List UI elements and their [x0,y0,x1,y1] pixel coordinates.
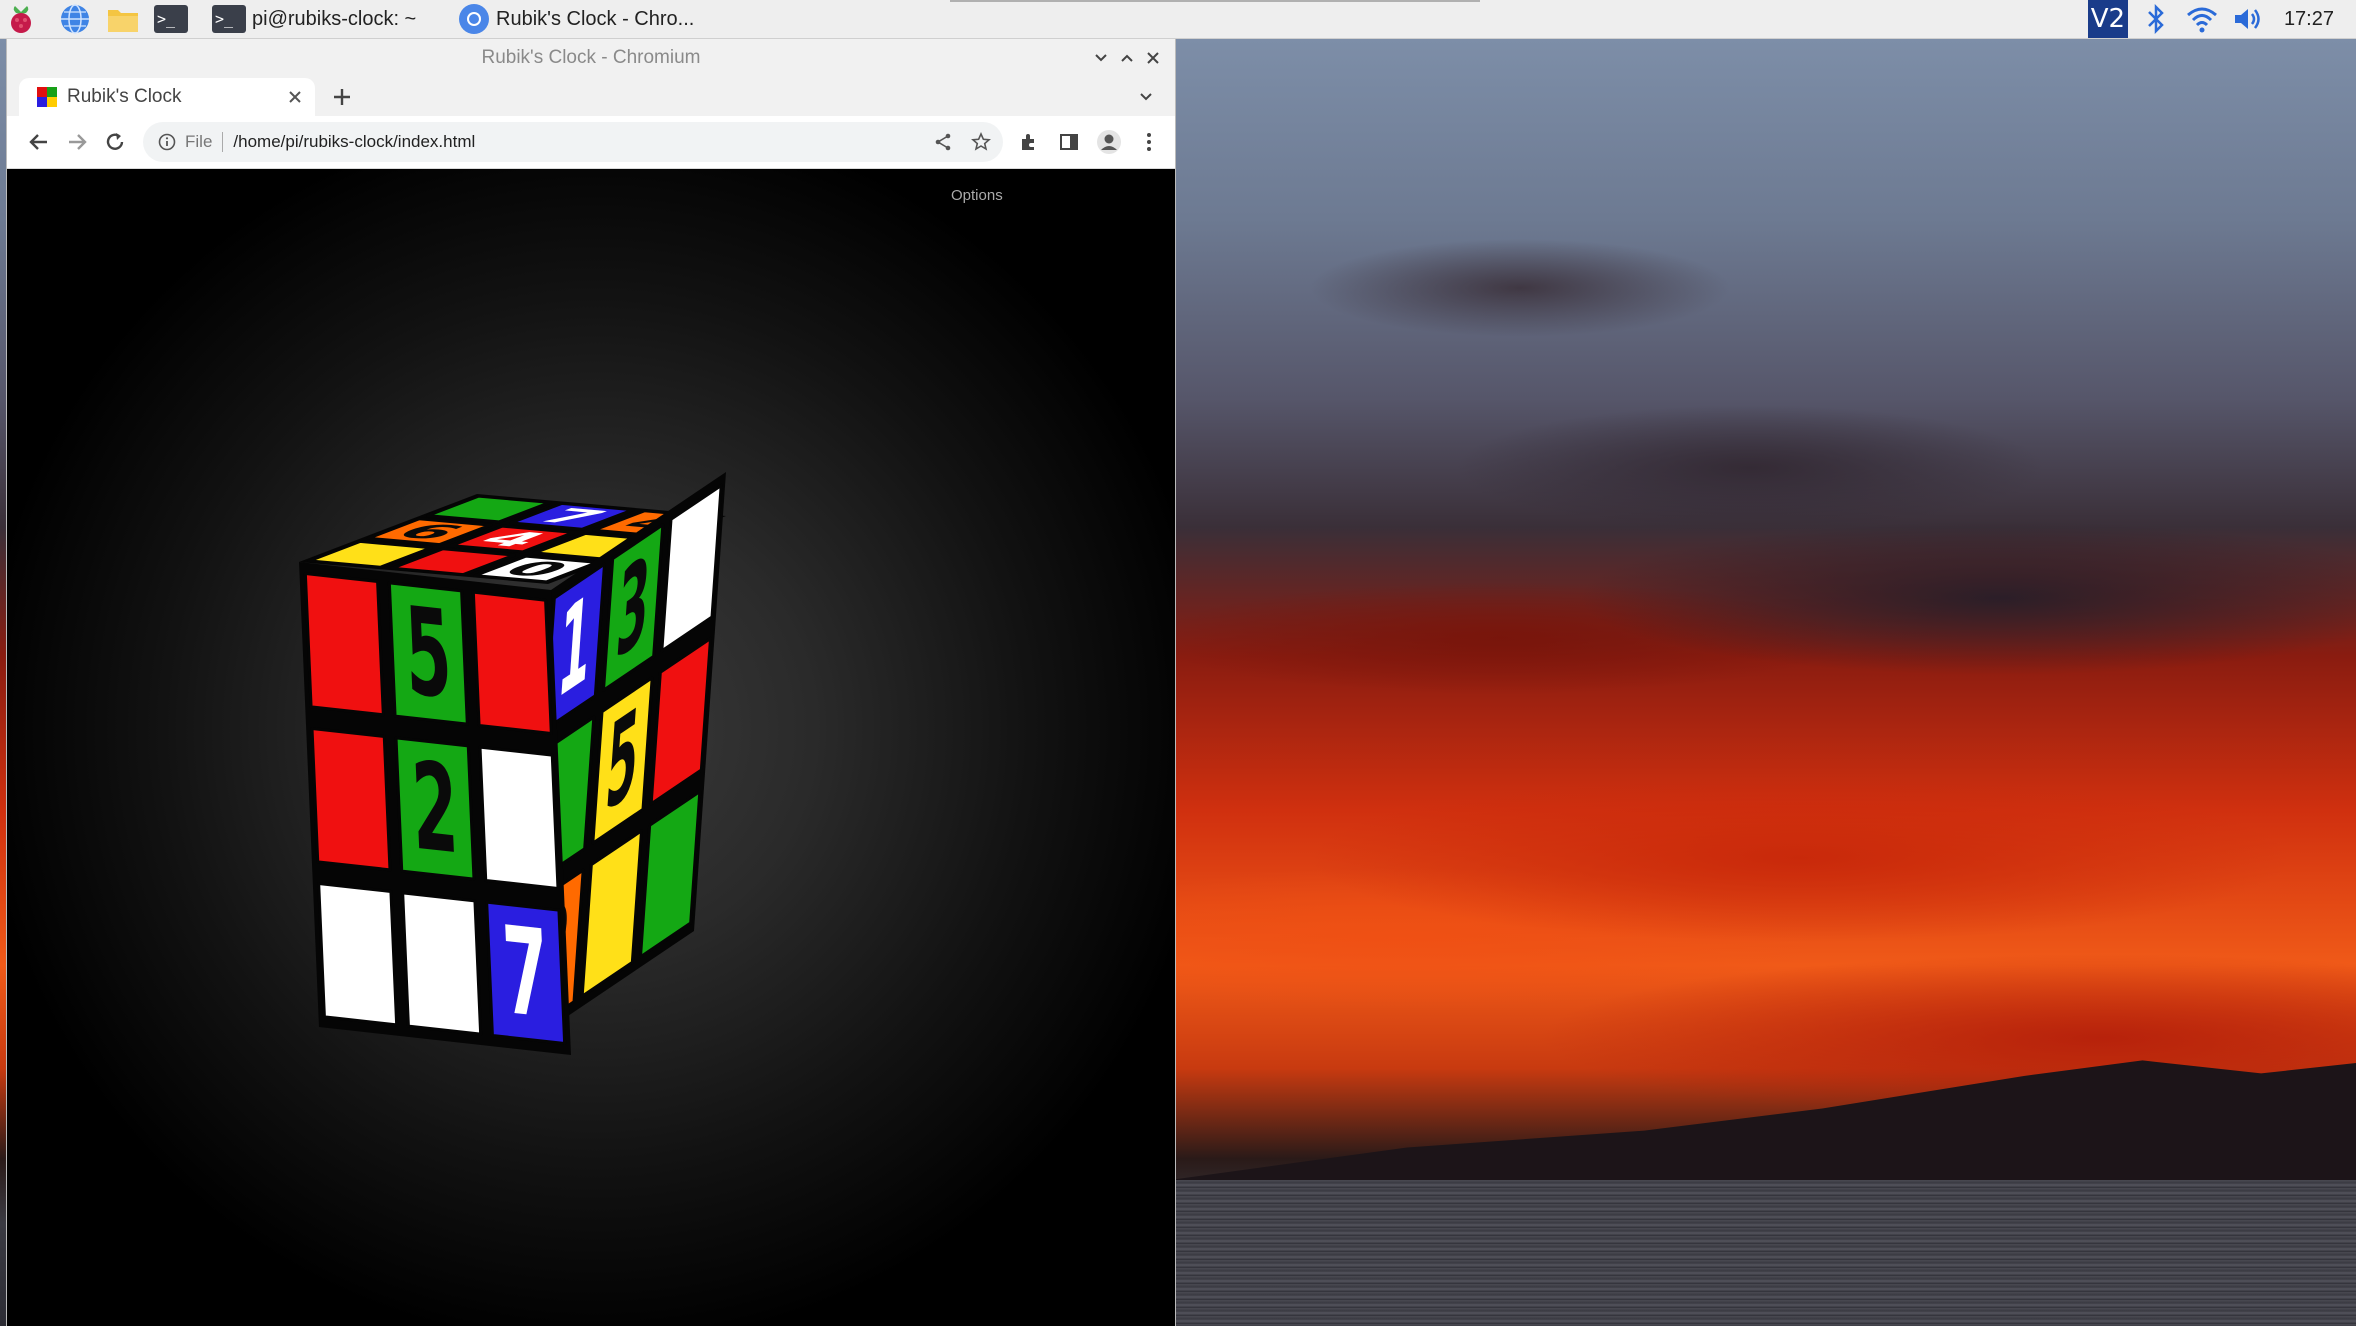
reload-button[interactable] [99,126,131,158]
rubiks-clock-cube: 746401352527 [299,472,726,1055]
window-titlebar[interactable]: Rubik's Clock - Chromium [7,38,1175,78]
front-digit: 2 [409,736,461,881]
raspberry-menu-icon[interactable] [4,2,38,36]
forward-button[interactable] [61,126,93,158]
share-icon [935,133,951,151]
side-panel-button[interactable] [1053,126,1085,158]
chevron-down-icon [1095,54,1107,62]
address-url-text[interactable]: /home/pi/rubiks-clock/index.html [233,132,927,152]
window-title: Rubik's Clock - Chromium [481,47,701,68]
vnc-icon-label: V2 [2090,4,2126,34]
window-maximize-button[interactable] [1115,46,1139,70]
plus-icon [334,89,350,105]
tab-title: Rubik's Clock [67,86,182,107]
tab-search-button[interactable] [1131,82,1161,112]
taskbar-task-terminal[interactable]: >_ pi@rubiks-clock: ~ [212,0,416,38]
web-browser-launcher-icon[interactable] [58,2,92,36]
front-sticker [303,572,385,717]
front-digit: 5 [403,581,455,726]
kebab-menu-icon [1147,133,1151,151]
tab-strip: Rubik's Clock [7,78,1175,116]
new-tab-button[interactable] [327,82,357,112]
extensions-button[interactable] [1013,126,1045,158]
chevron-down-icon [1140,93,1152,101]
avatar-icon [1097,130,1121,154]
tab-rubiks-clock[interactable]: Rubik's Clock [19,78,315,116]
taskbar-task-chromium[interactable]: Rubik's Clock - Chro... [458,0,694,38]
file-manager-launcher-icon[interactable] [106,2,140,36]
info-icon[interactable] [157,132,177,152]
taskbar-drag-line [950,0,1480,2]
address-separator [222,132,224,152]
wifi-icon[interactable] [2184,1,2220,37]
address-scheme-label: File [185,132,213,151]
profile-button[interactable] [1093,126,1125,158]
address-bar[interactable]: File /home/pi/rubiks-clock/index.html [143,122,1003,162]
terminal-icon: >_ [212,5,246,33]
front-sticker [401,891,483,1036]
front-digit: 7 [500,900,552,1045]
bookmark-button[interactable] [965,126,997,158]
wallpaper-sea [1176,1180,2356,1326]
side-panel-icon [1060,134,1078,150]
window-minimize-button[interactable] [1089,46,1113,70]
vnc-icon[interactable]: V2 [2087,0,2128,38]
arrow-left-icon [29,134,47,150]
chromium-icon [459,4,489,34]
close-icon [289,91,301,103]
front-sticker [471,590,553,735]
tab-close-button[interactable] [281,83,309,111]
front-sticker [317,882,399,1027]
system-tray: V2 17:27 [2087,0,2356,38]
arrow-right-icon [69,134,87,150]
chevron-up-icon [1121,54,1133,62]
terminal-launcher-icon[interactable]: >_ [154,2,188,36]
taskbar-task-terminal-label: pi@rubiks-clock: ~ [252,7,417,30]
bluetooth-icon[interactable] [2138,1,2174,37]
front-sticker [310,727,392,872]
chromium-window: Rubik's Clock - Chromium Rubik's Clock F… [6,38,1176,1326]
options-link[interactable]: Options [951,187,1003,204]
taskbar: >_ >_ pi@rubiks-clock: ~ Rubik's Clock -… [0,0,2356,39]
taskbar-clock[interactable]: 17:27 [2284,8,2334,31]
share-button[interactable] [927,126,959,158]
volume-icon[interactable] [2230,1,2266,37]
puzzle-icon [1022,134,1034,150]
page-content: Options 746401352527 [7,169,1175,1326]
front-sticker [478,745,560,890]
taskbar-task-chromium-label: Rubik's Clock - Chro... [496,7,695,30]
rubiks-favicon-icon [37,87,57,107]
window-close-button[interactable] [1141,46,1165,70]
browser-menu-button[interactable] [1133,126,1165,158]
back-button[interactable] [23,126,55,158]
close-icon [1147,52,1159,64]
star-icon [971,132,991,151]
browser-toolbar: File /home/pi/rubiks-clock/index.html [7,116,1175,169]
reload-icon [106,133,124,150]
